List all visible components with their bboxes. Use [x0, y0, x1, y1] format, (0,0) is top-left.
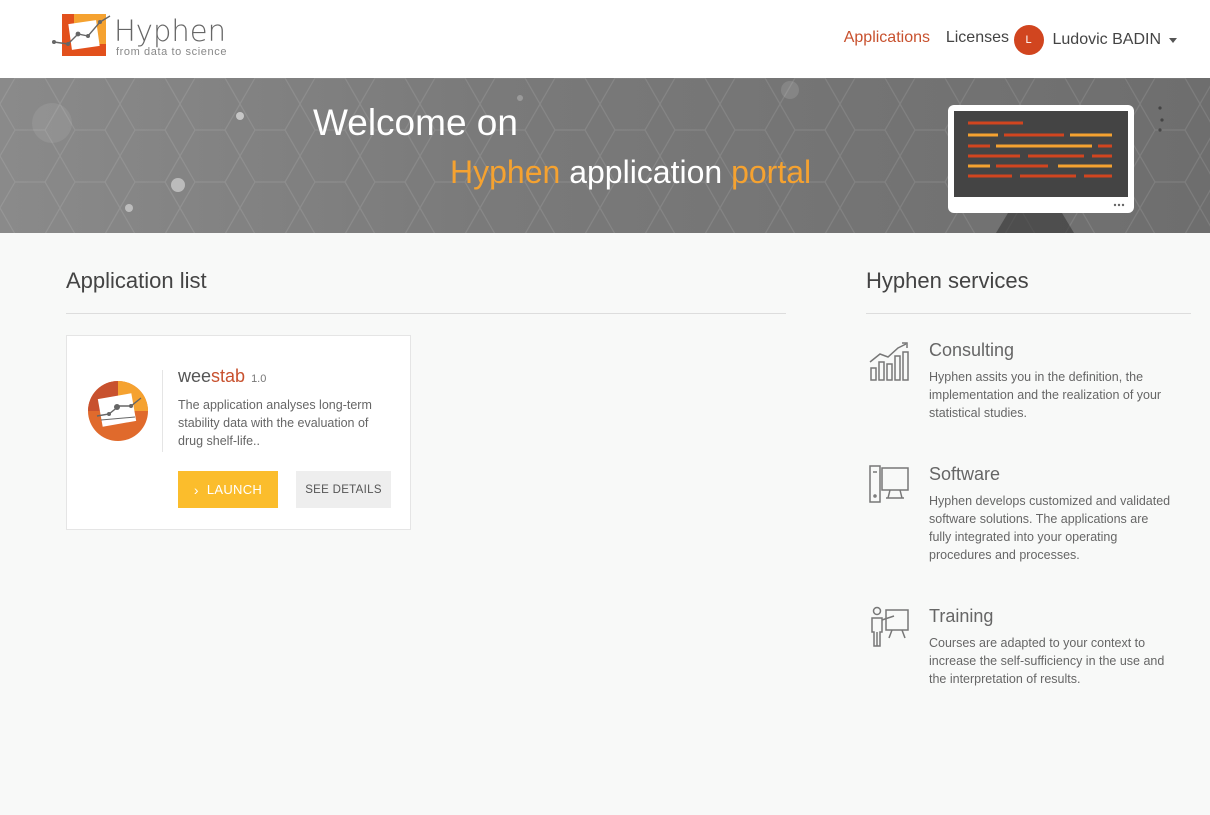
portal-middle-word: application — [560, 154, 732, 190]
service-description: Hyphen assits you in the definition, the… — [929, 370, 1162, 420]
portal-brand-word: Hyphen — [450, 154, 561, 190]
app-description: The application analyses long-term stabi… — [178, 398, 372, 448]
service-description: Hyphen develops customized and validated… — [929, 494, 1171, 562]
hyphen-logo[interactable]: Hyphen from data to science — [52, 12, 232, 62]
application-list-section: Application list weestab 1.0 The applicat… — [66, 268, 786, 530]
service-description: Courses are adapted to your context to i… — [929, 636, 1165, 686]
monitor-illustration-icon — [948, 105, 1134, 213]
app-name-prefix: wee — [178, 366, 212, 386]
service-title: Software — [929, 464, 1001, 484]
brand-name: Hyphen — [114, 14, 226, 48]
app-version: 1.0 — [251, 373, 267, 385]
hyphen-logo-icon — [52, 14, 111, 56]
service-title: Training — [929, 606, 994, 626]
nav-applications[interactable]: Applications — [844, 29, 930, 47]
app-card-weestab: weestab 1.0 The application analyses long… — [66, 335, 411, 530]
top-navbar: Hyphen from data to science Applications… — [0, 0, 1210, 78]
chart-growth-icon — [869, 342, 909, 381]
avatar: L — [1013, 25, 1044, 55]
app-name[interactable]: weestab 1.0 — [178, 366, 266, 387]
service-title: Consulting — [929, 340, 1015, 360]
weestab-logo-icon — [88, 381, 148, 441]
computer-icon — [869, 465, 909, 503]
app-card-divider — [162, 370, 163, 452]
nav-licenses[interactable]: Licenses — [946, 29, 1009, 47]
chevron-right-icon: › — [193, 481, 199, 498]
welcome-banner: Welcome on Hyphen application portal — [0, 78, 1210, 233]
user-menu[interactable]: L Ludovic BADIN — [1013, 25, 1177, 55]
caret-down-icon — [1169, 37, 1177, 43]
brand-tagline: from data to science — [116, 46, 228, 58]
app-name-suffix: stab — [211, 366, 246, 386]
hyphen-services-section: Hyphen services Consulting Hyphen assits… — [866, 268, 1191, 686]
services-title: Hyphen services — [866, 268, 1191, 314]
launch-label: LAUNCH — [206, 482, 263, 497]
welcome-heading: Welcome on — [313, 102, 518, 143]
presentation-icon — [871, 606, 909, 647]
user-name: Ludovic BADIN — [1052, 31, 1162, 48]
launch-button[interactable]: › LAUNCH — [178, 471, 278, 508]
application-list-title: Application list — [66, 268, 786, 314]
portal-last-word: portal — [731, 154, 812, 190]
see-details-button[interactable]: SEE DETAILS — [296, 471, 391, 508]
portal-subheading: Hyphen application portal — [450, 154, 811, 191]
